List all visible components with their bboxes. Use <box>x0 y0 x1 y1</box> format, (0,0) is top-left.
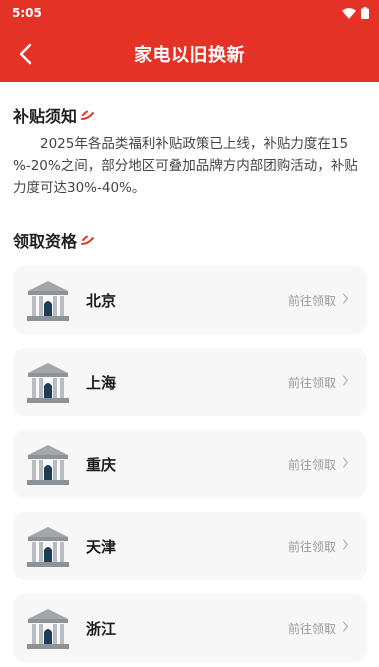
region-card[interactable]: 上海 前往领取 <box>13 348 367 416</box>
region-card[interactable]: 天津 前往领取 <box>13 512 367 580</box>
claim-link-label: 前往领取 <box>287 457 336 472</box>
region-name: 浙江 <box>86 619 117 638</box>
claim-link[interactable]: 前往领取 <box>288 538 349 555</box>
status-time: 5:05 <box>12 6 42 20</box>
claim-link[interactable]: 前往领取 <box>288 620 349 637</box>
chevron-right-icon <box>342 539 349 553</box>
eligibility-section-title: 领取资格 <box>13 228 95 252</box>
notice-section-title: 补贴须知 <box>13 103 95 127</box>
region-name: 北京 <box>86 291 117 310</box>
region-name: 上海 <box>86 373 117 392</box>
claim-link-label: 前往领取 <box>287 539 336 554</box>
battery-icon <box>361 7 369 19</box>
app-header: 家电以旧换新 <box>0 26 379 82</box>
government-building-icon <box>25 524 71 570</box>
chevron-left-icon <box>19 43 32 65</box>
claim-link-label: 前往领取 <box>287 375 336 390</box>
notice-title-text: 补贴须知 <box>13 107 78 126</box>
claim-link-label: 前往领取 <box>287 621 336 636</box>
region-card[interactable]: 北京 前往领取 <box>13 266 367 334</box>
government-building-icon <box>25 606 71 652</box>
region-card[interactable]: 浙江 前往领取 <box>13 594 367 662</box>
red-swoosh-icon <box>81 110 95 120</box>
main-content: 补贴须知 2025年各品类福利补贴政策已上线，补贴力度在15 %-20%之间，部… <box>0 82 379 667</box>
region-card[interactable]: 重庆 前往领取 <box>13 430 367 498</box>
chevron-right-icon <box>342 457 349 471</box>
government-building-icon <box>25 360 71 406</box>
eligibility-title-text: 领取资格 <box>13 232 78 251</box>
claim-link-label: 前往领取 <box>287 293 336 308</box>
status-icons <box>342 7 369 19</box>
claim-link[interactable]: 前往领取 <box>288 292 349 309</box>
back-button[interactable] <box>12 40 40 68</box>
claim-link[interactable]: 前往领取 <box>288 456 349 473</box>
red-swoosh-icon <box>81 235 95 245</box>
chevron-right-icon <box>342 621 349 635</box>
government-building-icon <box>25 278 71 324</box>
region-name: 天津 <box>86 537 117 556</box>
status-bar: 5:05 <box>0 0 379 26</box>
chevron-right-icon <box>342 293 349 307</box>
region-name: 重庆 <box>86 455 117 474</box>
wifi-icon <box>342 7 356 19</box>
notice-body: 2025年各品类福利补贴政策已上线，补贴力度在15 %-20%之间，部分地区可叠… <box>13 136 358 196</box>
government-building-icon <box>25 442 71 488</box>
page-title: 家电以旧换新 <box>134 45 245 66</box>
claim-link[interactable]: 前往领取 <box>288 374 349 391</box>
chevron-right-icon <box>342 375 349 389</box>
